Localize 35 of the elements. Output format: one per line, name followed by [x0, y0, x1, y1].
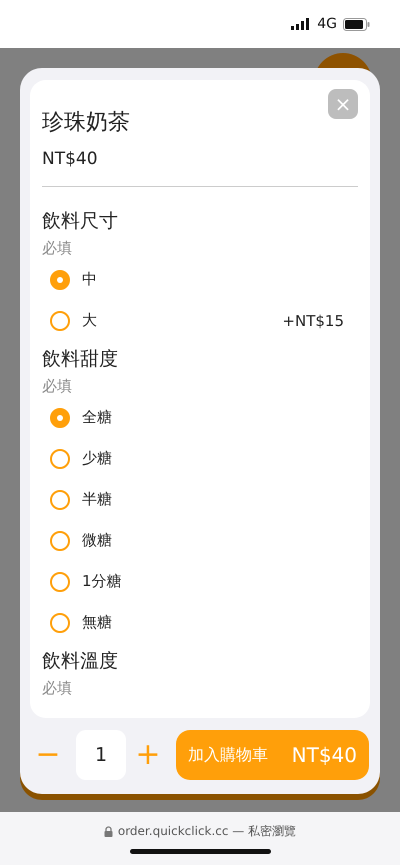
option-label: 無糖 — [82, 613, 113, 632]
radio-button[interactable] — [50, 530, 70, 550]
minus-button[interactable]: − — [32, 730, 64, 780]
option-label: 大 — [82, 311, 98, 330]
group-title: 飲料甜度 — [42, 347, 119, 372]
radio-button[interactable] — [50, 448, 70, 468]
plus-button[interactable]: + — [132, 730, 164, 780]
option-label: 半糖 — [82, 490, 113, 509]
radio-button[interactable] — [50, 572, 70, 592]
item-price: NT$40 — [42, 148, 99, 171]
close-button[interactable]: × — [328, 89, 358, 119]
group-title: 飲料尺寸 — [42, 209, 119, 234]
option-label: 少糖 — [82, 449, 113, 468]
required-note: 必填 — [42, 238, 73, 259]
item-title: 珍珠奶茶 — [42, 109, 131, 137]
required-note: 必填 — [42, 376, 73, 397]
add-to-cart-button[interactable]: 加入購物車 NT$40 — [176, 730, 369, 780]
quantity-field[interactable]: 1 — [76, 730, 126, 780]
radio-button[interactable] — [50, 490, 70, 510]
lock-icon — [104, 826, 113, 837]
option-label: 中 — [82, 270, 98, 289]
option-label: 全糖 — [82, 408, 113, 427]
required-note: 必填 — [42, 678, 73, 699]
radio-button[interactable] — [50, 310, 70, 330]
radio-button[interactable] — [50, 408, 70, 428]
network-label: 4G — [317, 16, 337, 32]
radio-button[interactable] — [50, 270, 70, 290]
signal-icon — [291, 18, 312, 30]
radio-button[interactable] — [50, 612, 70, 632]
option-label: 1分糖 — [82, 572, 123, 591]
group-title: 飲料溫度 — [42, 649, 119, 674]
url-text[interactable]: order.quickclick.cc — 私密瀏覽 — [118, 823, 296, 840]
option-price: +NT$15 — [282, 312, 345, 330]
option-label: 微糖 — [82, 531, 113, 550]
battery-icon — [343, 18, 370, 30]
